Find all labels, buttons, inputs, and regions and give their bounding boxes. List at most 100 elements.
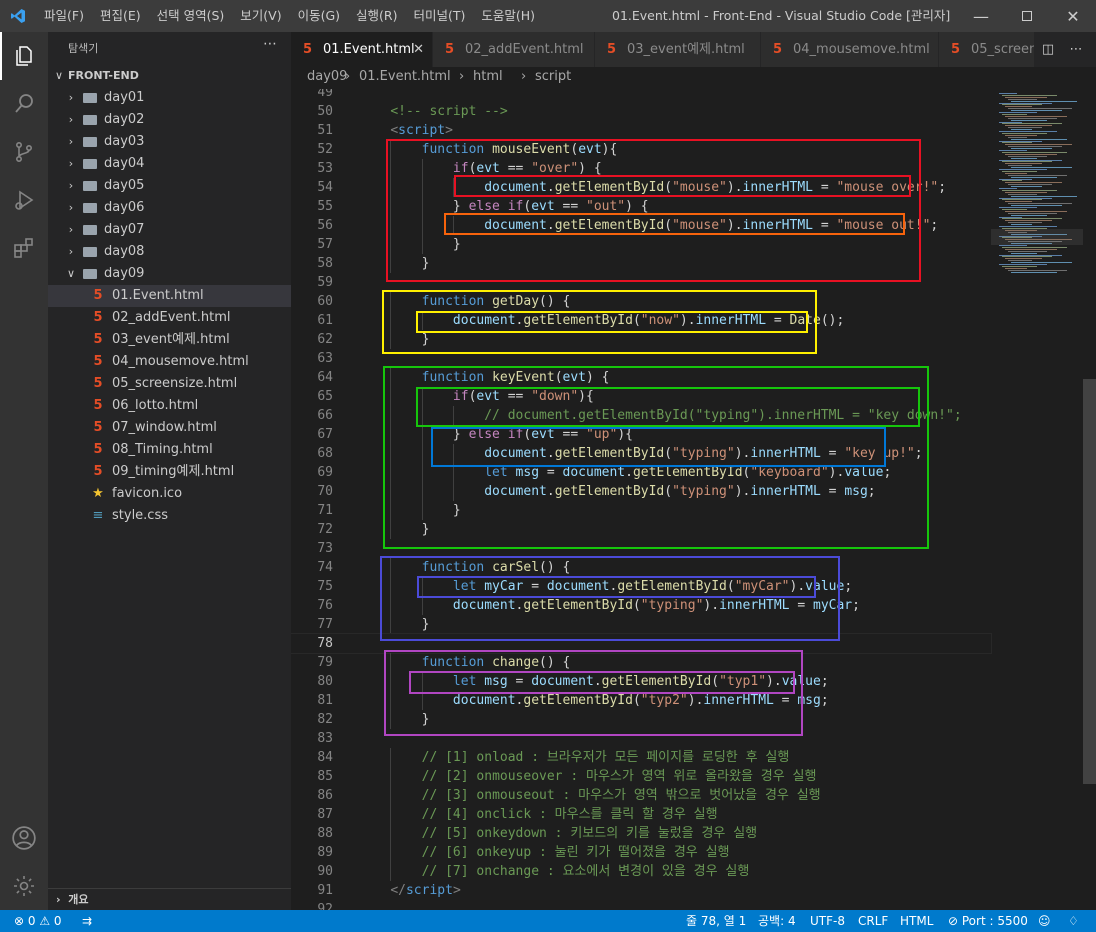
minimap-line bbox=[1011, 205, 1062, 207]
editor-tab[interactable]: 5 01.Event.html ✕ bbox=[291, 32, 433, 67]
end-of-line[interactable]: CRLF bbox=[858, 910, 888, 932]
feedback-icon[interactable]: ☺ bbox=[1038, 910, 1051, 932]
outline-section[interactable]: › 개요 bbox=[48, 888, 291, 910]
line-number: 74 bbox=[317, 560, 333, 575]
minimap-line bbox=[1008, 260, 1032, 262]
problems-indicator[interactable]: ⊗ 0 ⚠ 0 bbox=[14, 910, 62, 932]
folder-root[interactable]: ∨ FRONT-END bbox=[48, 65, 291, 87]
code-line[interactable]: 88 // [5] onkeydown : 키보드의 키를 눌렀을 경우 실행 bbox=[291, 824, 991, 843]
minimap-viewport[interactable] bbox=[991, 229, 1083, 245]
settings-gear-icon[interactable] bbox=[0, 862, 48, 910]
code-line[interactable]: 50 <!-- script --> bbox=[291, 102, 991, 121]
code-line[interactable]: 90 // [7] onchange : 요소에서 변경이 있을 경우 실행 bbox=[291, 862, 991, 881]
menu-item[interactable]: 실행(R) bbox=[348, 0, 405, 32]
close-tab-icon[interactable]: ✕ bbox=[413, 32, 424, 67]
vertical-scrollbar[interactable] bbox=[1083, 89, 1096, 910]
folder-item[interactable]: › day03 bbox=[48, 131, 291, 153]
file-item[interactable]: 5 05_screensize.html bbox=[48, 373, 291, 395]
language-mode[interactable]: HTML bbox=[900, 910, 933, 932]
code-line[interactable]: 51 <script> bbox=[291, 121, 991, 140]
file-label: 04_mousemove.html bbox=[112, 354, 249, 369]
encoding[interactable]: UTF-8 bbox=[810, 910, 845, 932]
maximize-icon[interactable] bbox=[1004, 0, 1050, 32]
live-share-icon[interactable]: ⇉ bbox=[82, 910, 92, 932]
breadcrumb-item[interactable]: day09 bbox=[307, 68, 347, 86]
code-editor[interactable]: 49 50 <!-- script --> 51 <script> 52 functi… bbox=[291, 89, 1096, 910]
folder-item[interactable]: ∨ day09 bbox=[48, 263, 291, 285]
menu-bar: 파일(F) 편집(E) 선택 영역(S) 보기(V) 이동(G) 실행(R) 터미널(T) 도… bbox=[36, 0, 543, 32]
minimap[interactable] bbox=[991, 89, 1083, 910]
editor-tab[interactable]: 5 05_screens bbox=[939, 32, 1049, 67]
line-number: 76 bbox=[317, 598, 333, 613]
cursor-position[interactable]: 줄 78, 열 1 bbox=[686, 910, 746, 932]
file-item[interactable]: 5 07_window.html bbox=[48, 417, 291, 439]
file-item[interactable]: 5 08_Timing.html bbox=[48, 439, 291, 461]
folder-item[interactable]: › day07 bbox=[48, 219, 291, 241]
menu-item[interactable]: 도움말(H) bbox=[473, 0, 543, 32]
folder-item[interactable]: › day06 bbox=[48, 197, 291, 219]
scrollbar-thumb[interactable] bbox=[1083, 379, 1096, 784]
menu-item[interactable]: 터미널(T) bbox=[406, 0, 474, 32]
file-item[interactable]: ★ favicon.ico bbox=[48, 483, 291, 505]
file-item[interactable]: ≡ style.css bbox=[48, 505, 291, 527]
code-line[interactable]: 85 // [2] onmouseover : 마우스가 영역 위로 올라왔을 … bbox=[291, 767, 991, 786]
minimap-line bbox=[1008, 155, 1047, 157]
editor-tab[interactable]: 5 03_event예제.html bbox=[595, 32, 761, 67]
code-line[interactable]: 87 // [4] onclick : 마우스를 클릭 할 경우 실행 bbox=[291, 805, 991, 824]
folder-item[interactable]: › day08 bbox=[48, 241, 291, 263]
code-line[interactable]: 86 // [3] onmouseout : 마우스가 영역 밖으로 벗어났을 … bbox=[291, 786, 991, 805]
code-text: // [2] onmouseover : 마우스가 영역 위로 올라왔을 경우 … bbox=[421, 769, 817, 784]
more-actions-icon[interactable]: ⋯ bbox=[1062, 32, 1090, 67]
folder-label: day09 bbox=[104, 266, 145, 281]
minimize-icon[interactable]: — bbox=[958, 0, 1004, 32]
breadcrumb-item[interactable]: 01.Event.html bbox=[359, 68, 451, 86]
menu-item[interactable]: 파일(F) bbox=[36, 0, 92, 32]
live-server-port[interactable]: ⊘ Port : 5500 bbox=[948, 910, 1028, 932]
run-debug-icon[interactable] bbox=[0, 176, 48, 224]
close-window-icon[interactable]: ✕ bbox=[1050, 0, 1096, 32]
account-icon[interactable] bbox=[0, 814, 48, 862]
split-editor-icon[interactable]: ◫ bbox=[1034, 32, 1062, 67]
breadcrumb-item[interactable]: html bbox=[473, 68, 503, 86]
folder-item[interactable]: › day02 bbox=[48, 109, 291, 131]
menu-item[interactable]: 이동(G) bbox=[290, 0, 348, 32]
file-item[interactable]: 5 04_mousemove.html bbox=[48, 351, 291, 373]
breadcrumb-item[interactable]: script bbox=[535, 68, 571, 86]
notifications-bell-icon[interactable]: ♢ bbox=[1068, 910, 1079, 932]
indentation[interactable]: 공백: 4 bbox=[758, 910, 796, 932]
line-number: 54 bbox=[317, 180, 333, 195]
file-item[interactable]: 5 01.Event.html bbox=[48, 285, 291, 307]
more-actions-icon[interactable]: ⋯ bbox=[263, 36, 277, 52]
menu-item[interactable]: 선택 영역(S) bbox=[149, 0, 233, 32]
minimap-line bbox=[999, 159, 1062, 161]
extensions-icon[interactable] bbox=[0, 224, 48, 272]
editor-tab[interactable]: 5 02_addEvent.html bbox=[433, 32, 595, 67]
code-line[interactable]: 84 // [1] onload : 브라우저가 모든 페이지를 로딩한 후 실… bbox=[291, 748, 991, 767]
chevron-right-icon: › bbox=[68, 91, 74, 104]
line-number: 57 bbox=[317, 237, 333, 252]
folder-icon bbox=[83, 137, 97, 147]
code-line[interactable]: 92 bbox=[291, 900, 991, 910]
editor-tab[interactable]: 5 04_mousemove.html bbox=[761, 32, 939, 67]
source-control-icon[interactable] bbox=[0, 128, 48, 176]
folder-label: day01 bbox=[104, 90, 145, 105]
file-label: 05_screensize.html bbox=[112, 376, 238, 391]
file-item[interactable]: 5 03_event예제.html bbox=[48, 329, 291, 351]
file-item[interactable]: 5 09_timing예제.html bbox=[48, 461, 291, 483]
explorer-icon[interactable] bbox=[0, 32, 48, 80]
menu-item[interactable]: 보기(V) bbox=[232, 0, 289, 32]
html5-file-icon: 5 bbox=[93, 288, 103, 303]
code-line[interactable]: 91 </script> bbox=[291, 881, 991, 900]
minimap-line bbox=[1011, 129, 1032, 131]
menu-item[interactable]: 편집(E) bbox=[92, 0, 149, 32]
line-number: 69 bbox=[317, 465, 333, 480]
file-item[interactable]: 5 02_addEvent.html bbox=[48, 307, 291, 329]
search-icon[interactable] bbox=[0, 80, 48, 128]
folder-item[interactable]: › day04 bbox=[48, 153, 291, 175]
code-line[interactable]: 89 // [6] onkeyup : 눌린 키가 떨어졌을 경우 실행 bbox=[291, 843, 991, 862]
folder-item[interactable]: › day01 bbox=[48, 87, 291, 109]
file-item[interactable]: 5 06_lotto.html bbox=[48, 395, 291, 417]
folder-icon bbox=[83, 159, 97, 169]
code-line[interactable]: 49 bbox=[291, 89, 991, 102]
folder-item[interactable]: › day05 bbox=[48, 175, 291, 197]
